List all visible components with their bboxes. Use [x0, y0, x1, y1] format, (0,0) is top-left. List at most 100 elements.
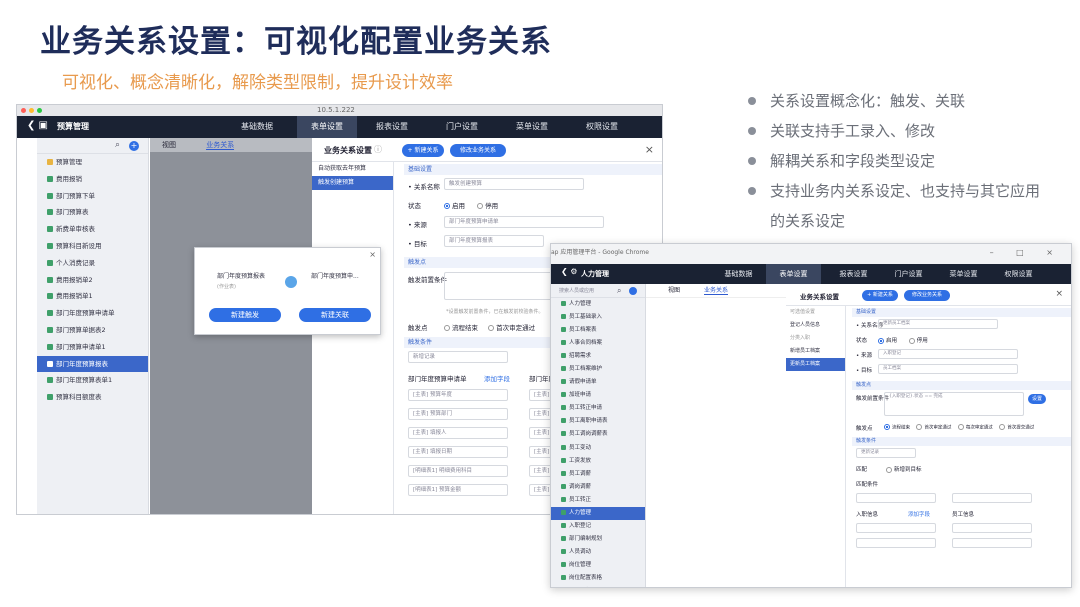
dialog-close-icon[interactable]: ×	[369, 250, 376, 259]
condition-select[interactable]: 更新记录	[856, 448, 916, 458]
tab-portal-settings[interactable]: 门户设置	[432, 116, 492, 138]
tree-item[interactable]: 部门年度预算表单1	[37, 372, 148, 389]
tab-report-settings[interactable]: 报表设置	[362, 116, 422, 138]
map-row-left[interactable]	[856, 523, 936, 533]
dialog-right-node[interactable]: 部门年度预算申...	[307, 272, 377, 298]
info-icon[interactable]: ⓘ	[374, 144, 382, 155]
tree-item[interactable]: 费用报销单2	[37, 272, 148, 289]
tree-item[interactable]: 部门预算单据表2	[37, 322, 148, 339]
tree-item[interactable]: 部门预算下单	[37, 188, 148, 205]
tree-item[interactable]: 人事合同档案	[551, 337, 645, 350]
source-select[interactable]: 入职登记	[878, 349, 1018, 359]
relation-list-item-selected[interactable]: 触发创建预算	[312, 176, 393, 190]
tree-item[interactable]: 员工转正申请	[551, 402, 645, 415]
tree-search[interactable]: 搜索人员或应用 ⌕	[551, 284, 645, 298]
cond-field-input[interactable]	[952, 493, 1032, 503]
edit-relation-button[interactable]: 修改业务关系	[450, 144, 506, 157]
tab-menu-settings[interactable]: 菜单设置	[936, 264, 991, 284]
tab-portal-settings[interactable]: 门户设置	[881, 264, 936, 284]
trigger-cond-input[interactable]: {入职登记}.状态 == 完成	[884, 392, 1024, 416]
tree-item[interactable]: 新费单审核表	[37, 221, 148, 238]
new-relation-button[interactable]: + 新建关系	[862, 290, 898, 301]
target-select[interactable]: 部门年度预算报表	[444, 235, 544, 247]
condition-field-select[interactable]: [主表] 预算年度	[408, 389, 508, 401]
tree-item[interactable]: 个人消费记录	[37, 255, 148, 272]
add-icon[interactable]	[629, 287, 637, 295]
tree-item[interactable]: 部门年度预算申请单	[37, 305, 148, 322]
tab-basic-data[interactable]: 基础数据	[227, 116, 287, 138]
trigger-point-radio[interactable]	[999, 424, 1006, 430]
status-off-radio[interactable]	[477, 203, 484, 209]
status-on-radio[interactable]	[444, 203, 450, 209]
tree-item[interactable]: 员工调岗调薪表	[551, 428, 645, 441]
minimize-dot-icon[interactable]	[29, 108, 34, 113]
add-icon[interactable]: +	[129, 141, 139, 151]
tree-item[interactable]: 员工基础录入	[551, 311, 645, 324]
tree-item[interactable]: 部门年度预算报表	[37, 355, 148, 373]
source-select[interactable]: 部门年度预算申请单	[444, 216, 604, 228]
tab-business-relation[interactable]: 业务关系	[703, 287, 728, 295]
match-radio[interactable]	[886, 466, 892, 473]
tree-item[interactable]: 员工档案表	[551, 324, 645, 337]
new-trigger-button[interactable]: 新建触发	[209, 308, 281, 322]
tab-permission-settings[interactable]: 权限设置	[991, 264, 1046, 284]
close-dot-icon[interactable]	[21, 108, 26, 113]
relation-list-item[interactable]: 自动获取去年预算	[312, 162, 393, 176]
back-icon[interactable]: ❮ ▣	[27, 120, 48, 131]
name-input[interactable]: 触发创建预算	[444, 178, 584, 190]
tab-business-relation[interactable]: 业务关系	[206, 141, 235, 150]
tree-item[interactable]: 员工调薪	[551, 468, 645, 481]
target-select[interactable]: 员工档案	[878, 364, 1018, 374]
tree-item[interactable]: 人员调动	[551, 546, 645, 559]
back-icon[interactable]: ❮ ⚙	[561, 267, 577, 276]
status-on-radio[interactable]	[878, 337, 884, 344]
tree-item[interactable]: 岗位配置表格	[551, 572, 645, 585]
tree-search[interactable]: ⌕ +	[37, 138, 148, 154]
name-input[interactable]: 更新员工档案	[878, 319, 998, 329]
trigger-point-radio[interactable]	[957, 424, 964, 430]
close-icon[interactable]: ×	[645, 143, 654, 156]
tree-item[interactable]: 请假申请单	[551, 376, 645, 389]
tree-item[interactable]: 部门编制规划	[551, 533, 645, 546]
trigger-point-radio[interactable]	[884, 424, 890, 430]
status-off-radio[interactable]	[908, 337, 915, 344]
tree-item[interactable]: 加班申请	[551, 389, 645, 402]
close-icon[interactable]: ×	[1055, 289, 1063, 299]
tree-item[interactable]: 预算科目新设用	[37, 238, 148, 255]
new-relation-button[interactable]: + 新建关系	[402, 144, 444, 157]
tree-item[interactable]: 入职登记	[551, 520, 645, 533]
tree-item[interactable]: 员工档案维护	[551, 363, 645, 376]
dialog-left-node[interactable]: 部门年度预算报表 (作业表)	[213, 272, 283, 298]
condition-field-select[interactable]: [主表] 预算部门	[408, 408, 508, 420]
tab-permission-settings[interactable]: 权限设置	[572, 116, 632, 138]
relation-list-item[interactable]: 分类入职	[786, 332, 845, 345]
tab-report-settings[interactable]: 报表设置	[826, 264, 881, 284]
condition-field-select[interactable]: [明细表1] 明细费用科目	[408, 465, 508, 477]
map-row-right[interactable]	[952, 538, 1032, 548]
tree-item[interactable]: 员工离职申请表	[551, 415, 645, 428]
add-field-link[interactable]: 添加字段	[484, 373, 510, 383]
new-link-button[interactable]: 新建关联	[299, 308, 371, 322]
maximize-dot-icon[interactable]	[37, 108, 42, 113]
tab-form-settings[interactable]: 表单设置	[297, 116, 357, 138]
tree-item[interactable]: 岗位调整	[551, 585, 645, 587]
relation-list-item[interactable]: 登记人员信息	[786, 319, 845, 332]
trigger-set-button[interactable]: 设置	[1028, 394, 1046, 404]
tree-item[interactable]: 调岗调薪	[551, 481, 645, 494]
trigger-point-radio[interactable]	[444, 325, 450, 331]
tree-item[interactable]: 招聘需求	[551, 350, 645, 363]
trigger-point-radio[interactable]	[488, 325, 495, 331]
tree-item[interactable]: 员工变动	[551, 442, 645, 455]
tab-view[interactable]: 视图	[162, 141, 176, 149]
condition-field-select[interactable]: [主表] 填报日期	[408, 446, 508, 458]
tree-item[interactable]: 工资发放	[551, 455, 645, 468]
window-controls[interactable]: – □ ×	[990, 248, 1063, 257]
tab-menu-settings[interactable]: 菜单设置	[502, 116, 562, 138]
edit-relation-button[interactable]: 修改业务关系	[904, 290, 950, 301]
condition-field-select[interactable]: [明细表1] 预算金额	[408, 484, 508, 496]
search-icon[interactable]: ⌕	[617, 284, 621, 298]
add-field-link[interactable]: 添加字段	[908, 510, 930, 518]
relation-list-item[interactable]: 新增员工档案	[786, 345, 845, 358]
tree-item[interactable]: 费用报销单1	[37, 288, 148, 305]
map-row-left[interactable]	[856, 538, 936, 548]
